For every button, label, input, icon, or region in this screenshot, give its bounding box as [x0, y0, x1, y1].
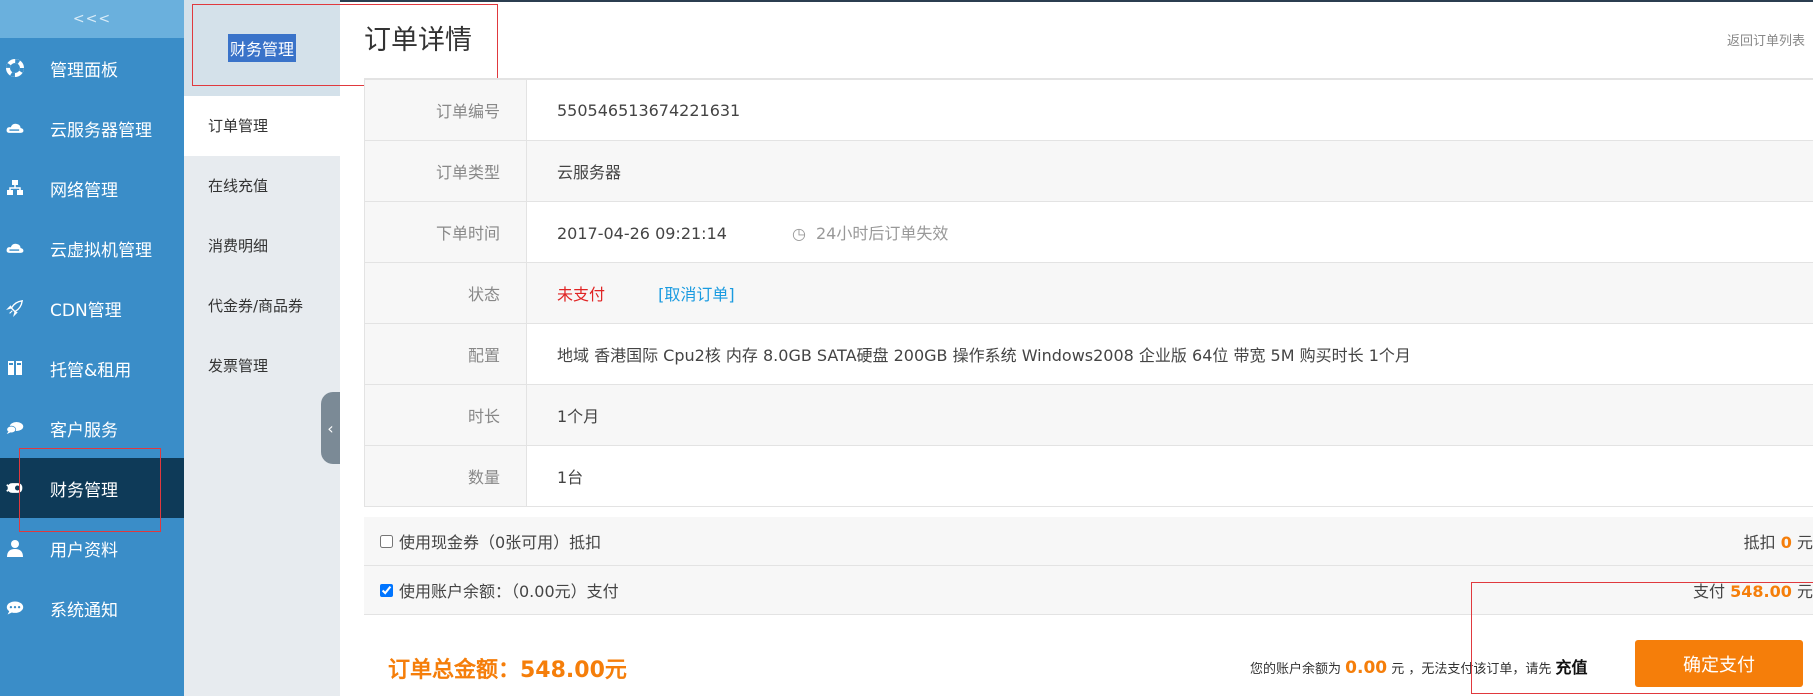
duration-label: 时长 [364, 384, 527, 446]
subnav-item-online-recharge[interactable]: 在线充值 [184, 156, 340, 216]
expire-note: ◷ 24小时后订单失效 [792, 220, 948, 244]
subnav-item-invoice[interactable]: 发票管理 [184, 336, 340, 396]
pay-summary: 支付 548.00 元 [1693, 578, 1813, 602]
nav-item-label: 云虚拟机管理 [50, 240, 152, 261]
pay-amount: 548.00 [1730, 582, 1792, 601]
notice-middle: 元 ，无法支付该订单，请先 [1391, 662, 1552, 677]
nav-item-label: 客户服务 [50, 420, 118, 441]
nav-item-label: 网络管理 [50, 180, 118, 201]
nav-item-hosting[interactable]: 托管&租用 [0, 338, 184, 398]
cancel-order-link[interactable]: [取消订单] [658, 285, 735, 304]
nav-item-cloud-server[interactable]: 云服务器管理 [0, 98, 184, 158]
nav-item-user-profile[interactable]: 用户资料 [0, 518, 184, 578]
expire-note-text: 24小时后订单失效 [816, 224, 949, 243]
table-row: 状态 未支付 [取消订单] [364, 262, 1813, 324]
nav-item-label: CDN管理 [50, 300, 122, 321]
nav-item-system-notice[interactable]: 系统通知 [0, 578, 184, 638]
pay-label: 支付 [1693, 582, 1726, 601]
coupon-label: 使用现金券（0张可用）抵扣 [399, 533, 602, 552]
table-row: 下单时间 2017-04-26 09:21:14 ◷ 24小时后订单失效 [364, 201, 1813, 263]
subnav-title: 财务管理 [184, 0, 340, 96]
nav-item-customer-service[interactable]: 客户服务 [0, 398, 184, 458]
clock-icon: ◷ [792, 224, 806, 243]
table-row: 配置 地域 香港国际 Cpu2核 内存 8.0GB SATA硬盘 200GB 操… [364, 323, 1813, 385]
finance-icon [6, 479, 24, 497]
user-icon [6, 539, 24, 557]
collapse-subnav-button[interactable]: ‹ [321, 392, 340, 464]
order-no-value: 550546513674221631 [526, 79, 1813, 141]
nav-item-label: 用户资料 [50, 540, 118, 561]
nav-item-cloud-vm[interactable]: 云虚拟机管理 [0, 218, 184, 278]
network-icon [6, 179, 24, 197]
nav-item-cdn[interactable]: CDN管理 [0, 278, 184, 338]
deduct-label: 抵扣 [1743, 533, 1776, 552]
nav-item-dashboard[interactable]: 管理面板 [0, 38, 184, 98]
cloud-vm-icon [6, 239, 24, 257]
nav-item-network[interactable]: 网络管理 [0, 158, 184, 218]
main-content: 订单详情 返回订单列表 订单编号 550546513674221631 订单类型… [340, 0, 1813, 696]
nav-item-label: 云服务器管理 [50, 120, 152, 141]
subnav-item-coupons[interactable]: 代金券/商品券 [184, 276, 340, 336]
coupon-checkbox[interactable] [380, 534, 393, 548]
table-row: 订单类型 云服务器 [364, 140, 1813, 202]
pay-unit: 元 [1796, 582, 1813, 601]
quantity-value: 1台 [526, 445, 1813, 507]
order-type-value: 云服务器 [526, 140, 1813, 202]
subnav-item-order-management[interactable]: 订单管理 [184, 96, 340, 156]
nav-item-label: 托管&租用 [50, 360, 132, 381]
deduct-amount: 0 [1780, 533, 1792, 552]
notice-bubble-icon [6, 599, 24, 617]
nav-item-finance[interactable]: 财务管理 [0, 448, 184, 532]
confirm-pay-button[interactable]: 确定支付 [1635, 640, 1803, 687]
table-row: 订单编号 550546513674221631 [364, 79, 1813, 141]
order-time-cell: 2017-04-26 09:21:14 ◷ 24小时后订单失效 [526, 201, 1813, 263]
order-time-value: 2017-04-26 09:21:14 [557, 224, 727, 243]
notice-prefix: 您的账户余额为 [1250, 662, 1342, 677]
balance-notice: 您的账户余额为 0.00 元 ，无法支付该订单，请先 充值 [1250, 654, 1588, 678]
status-cell: 未支付 [取消订单] [526, 262, 1813, 324]
duration-value: 1个月 [526, 384, 1813, 446]
collapse-sidebar-button[interactable]: <<< [0, 0, 184, 38]
balance-label: 使用账户余额：（0.00元）支付 [399, 582, 619, 601]
config-value: 地域 香港国际 Cpu2核 内存 8.0GB SATA硬盘 200GB 操作系统… [526, 323, 1813, 385]
sub-sidebar: 财务管理 订单管理 在线充值 消费明细 代金券/商品券 发票管理 [184, 0, 340, 696]
cloud-icon [6, 119, 24, 137]
back-to-order-list-link[interactable]: 返回订单列表 [1727, 30, 1805, 49]
table-row: 数量 1台 [364, 445, 1813, 507]
deduct-unit: 元 [1796, 533, 1813, 552]
coupon-row: 使用现金券（0张可用）抵扣 抵扣 0 元 [364, 517, 1813, 566]
order-detail-table: 订单编号 550546513674221631 订单类型 云服务器 下单时间 2… [364, 79, 1813, 507]
balance-row: 使用账户余额：（0.00元）支付 支付 548.00 元 [364, 566, 1813, 615]
balance-amount: 0.00 [1345, 658, 1388, 678]
table-row: 时长 1个月 [364, 384, 1813, 446]
nav-item-label: 系统通知 [50, 600, 118, 621]
server-icon [6, 359, 24, 377]
order-time-label: 下单时间 [364, 201, 527, 263]
rocket-icon [6, 299, 24, 317]
quantity-label: 数量 [364, 445, 527, 507]
order-no-label: 订单编号 [364, 79, 527, 141]
subnav-title-text: 财务管理 [227, 34, 296, 62]
config-label: 配置 [364, 323, 527, 385]
nav-item-label: 财务管理 [50, 480, 118, 501]
order-total: 订单总金额：548.00元 [388, 658, 627, 683]
nav-item-label: 管理面板 [50, 60, 118, 81]
deduct-summary: 抵扣 0 元 [1744, 529, 1813, 553]
status-badge: 未支付 [557, 285, 606, 304]
recharge-link[interactable]: 充值 [1556, 658, 1588, 677]
status-label: 状态 [364, 262, 527, 324]
page-title: 订单详情 [364, 25, 472, 56]
subnav-item-consumption-detail[interactable]: 消费明细 [184, 216, 340, 276]
lifebuoy-icon [6, 59, 24, 77]
balance-checkbox[interactable] [380, 583, 393, 597]
order-type-label: 订单类型 [364, 140, 527, 202]
main-sidebar: <<< 管理面板 云服务器管理 网络管理 云虚拟机管理 CDN管理 托管&租用 [0, 0, 184, 696]
chat-bubbles-icon [6, 419, 24, 437]
